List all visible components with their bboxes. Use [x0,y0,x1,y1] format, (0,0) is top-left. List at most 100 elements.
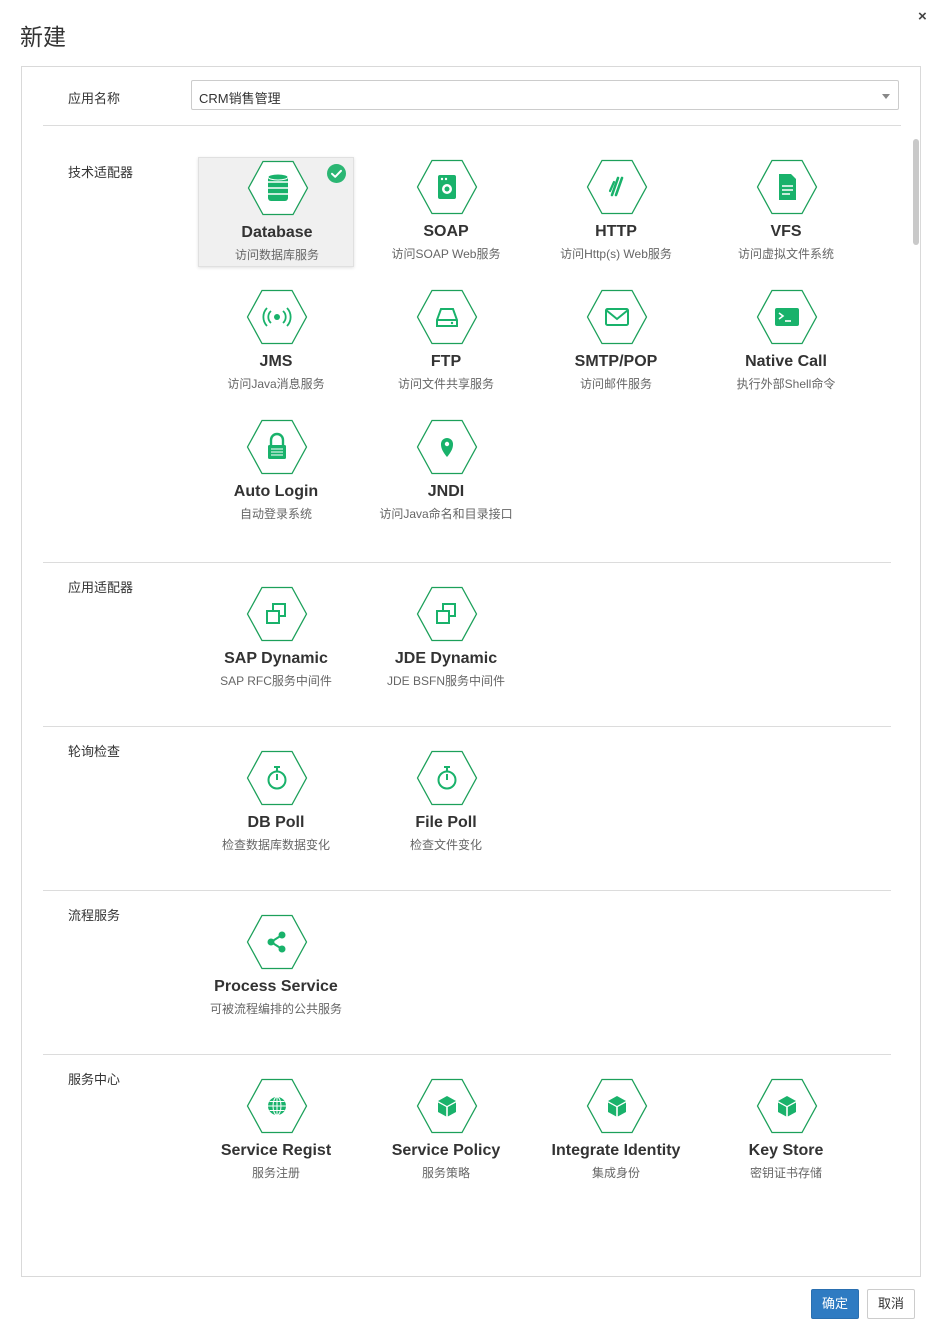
dialog-content: 应用名称 CRM销售管理 技术适配器 Database 访问数据库服务 SOAP 访问… [21,66,921,1277]
cube-icon [586,1078,648,1134]
section-poll: 轮询检查 DB Poll 检查数据库数据变化 File Poll 检查文件变化 [22,727,902,891]
tile-service-policy[interactable]: Service Policy 服务策略 [368,1076,524,1186]
database-icon [247,160,309,216]
tile-title: Process Service [214,978,338,995]
check-circle-icon [327,164,346,183]
soap-icon [416,159,478,215]
tile-title: Service Policy [391,1142,501,1159]
tile-soap[interactable]: SOAP 访问SOAP Web服务 [368,157,524,267]
tile-description: 访问Http(s) Web服务 [560,247,672,261]
app-name-row: 应用名称 CRM销售管理 [22,67,920,127]
tile-ftp[interactable]: FTP 访问文件共享服务 [368,287,524,397]
tile-description: 访问数据库服务 [234,248,319,262]
envelope-icon [586,289,648,345]
section-label: 轮询检查 [68,744,121,759]
cancel-button[interactable]: 取消 [867,1289,915,1319]
tile-description: 检查文件变化 [409,838,482,852]
stopwatch-icon [246,750,308,806]
tile-title: JDE Dynamic [394,650,498,667]
http-icon [586,159,648,215]
tile-http[interactable]: HTTP 访问Http(s) Web服务 [538,157,694,267]
tile-description: 访问Java命名和目录接口 [379,507,513,521]
divider [43,125,901,126]
section-tech-adapters: 技术适配器 Database 访问数据库服务 SOAP 访问SOAP Web服务 HTT… [22,127,902,564]
tile-title: Service Regist [220,1142,332,1159]
app-name-label: 应用名称 [68,91,121,106]
tile-description: 访问SOAP Web服务 [391,247,501,261]
scrollbar[interactable] [913,139,919,245]
tile-jms[interactable]: JMS 访问Java消息服务 [198,287,354,397]
tile-title: DB Poll [247,814,305,831]
tile-description: SAP RFC服务中间件 [220,674,332,688]
tile-description: 执行外部Shell命令 [736,377,836,391]
tile-title: Key Store [748,1142,824,1159]
chevron-down-icon [882,94,890,99]
lock-icon [246,419,308,475]
tile-description: 访问文件共享服务 [397,377,494,391]
tile-title: Integrate Identity [551,1142,681,1159]
tile-description: 密钥证书存储 [749,1166,822,1180]
app-name-select[interactable]: CRM销售管理 [191,80,899,110]
drive-icon [416,289,478,345]
tile-description: 集成身份 [591,1166,640,1180]
tile-database[interactable]: Database 访问数据库服务 [198,157,354,267]
tile-title: JNDI [427,483,465,500]
tile-service-regist[interactable]: Service Regist 服务注册 [198,1076,354,1186]
tile-description: 服务策略 [421,1166,470,1180]
tile-description: 可被流程编排的公共服务 [209,1002,342,1016]
tile-description: 检查数据库数据变化 [221,838,330,852]
tile-title: JMS [259,353,293,370]
tile-description: JDE BSFN服务中间件 [386,674,505,688]
map-pin-icon [416,419,478,475]
tile-process-service[interactable]: Process Service 可被流程编排的公共服务 [198,912,354,1022]
terminal-icon [756,289,818,345]
broadcast-icon [246,289,308,345]
ok-button[interactable]: 确定 [811,1289,859,1319]
tile-db-poll[interactable]: DB Poll 检查数据库数据变化 [198,748,354,858]
section-service-center: 服务中心 Service Regist 服务注册 Service Policy 服务策… [22,1055,902,1255]
tile-integrate-identity[interactable]: Integrate Identity 集成身份 [538,1076,694,1186]
section-process-service: 流程服务 Process Service 可被流程编排的公共服务 [22,891,902,1055]
tile-description: 访问Java消息服务 [227,377,325,391]
section-label: 流程服务 [68,908,121,923]
tile-title: HTTP [595,223,637,240]
tile-title: FTP [430,353,462,370]
tile-title: SOAP [423,223,469,240]
tile-title: Auto Login [233,483,319,500]
windows-icon [416,586,478,642]
share-icon [246,914,308,970]
new-app-dialog: 新建 × 应用名称 CRM销售管理 技术适配器 Database 访问数据库服务 S… [0,0,942,1337]
tile-description: 自动登录系统 [239,507,312,521]
tile-key-store[interactable]: Key Store 密钥证书存储 [708,1076,864,1186]
tile-description: 访问邮件服务 [579,377,652,391]
file-icon [756,159,818,215]
tile-title: Database [241,224,313,241]
cube-icon [416,1078,478,1134]
tile-title: VFS [770,223,802,240]
tile-jde-dynamic[interactable]: JDE Dynamic JDE BSFN服务中间件 [368,584,524,694]
cube-icon [756,1078,818,1134]
tile-sap-dynamic[interactable]: SAP Dynamic SAP RFC服务中间件 [198,584,354,694]
globe-icon [246,1078,308,1134]
tile-title: Native Call [745,353,827,370]
tile-native-call[interactable]: Native Call 执行外部Shell命令 [708,287,864,397]
section-app-adapters: 应用适配器 SAP Dynamic SAP RFC服务中间件 JDE Dynamic… [22,563,902,727]
section-label: 服务中心 [68,1072,121,1087]
dialog-title: 新建 [20,24,66,50]
tile-title: SAP Dynamic [224,650,328,667]
tile-vfs[interactable]: VFS 访问虚拟文件系统 [708,157,864,267]
section-label: 技术适配器 [68,165,134,180]
tile-title: File Poll [415,814,477,831]
tile-title: SMTP/POP [574,353,658,370]
tile-smtp-pop[interactable]: SMTP/POP 访问邮件服务 [538,287,694,397]
section-label: 应用适配器 [68,580,134,595]
windows-icon [246,586,308,642]
tile-file-poll[interactable]: File Poll 检查文件变化 [368,748,524,858]
tile-jndi[interactable]: JNDI 访问Java命名和目录接口 [368,417,524,527]
tile-description: 服务注册 [251,1166,300,1180]
tile-auto-login[interactable]: Auto Login 自动登录系统 [198,417,354,527]
close-icon[interactable]: × [918,8,927,25]
app-name-value: CRM销售管理 [199,91,281,106]
tile-description: 访问虚拟文件系统 [737,247,834,261]
stopwatch-icon [416,750,478,806]
